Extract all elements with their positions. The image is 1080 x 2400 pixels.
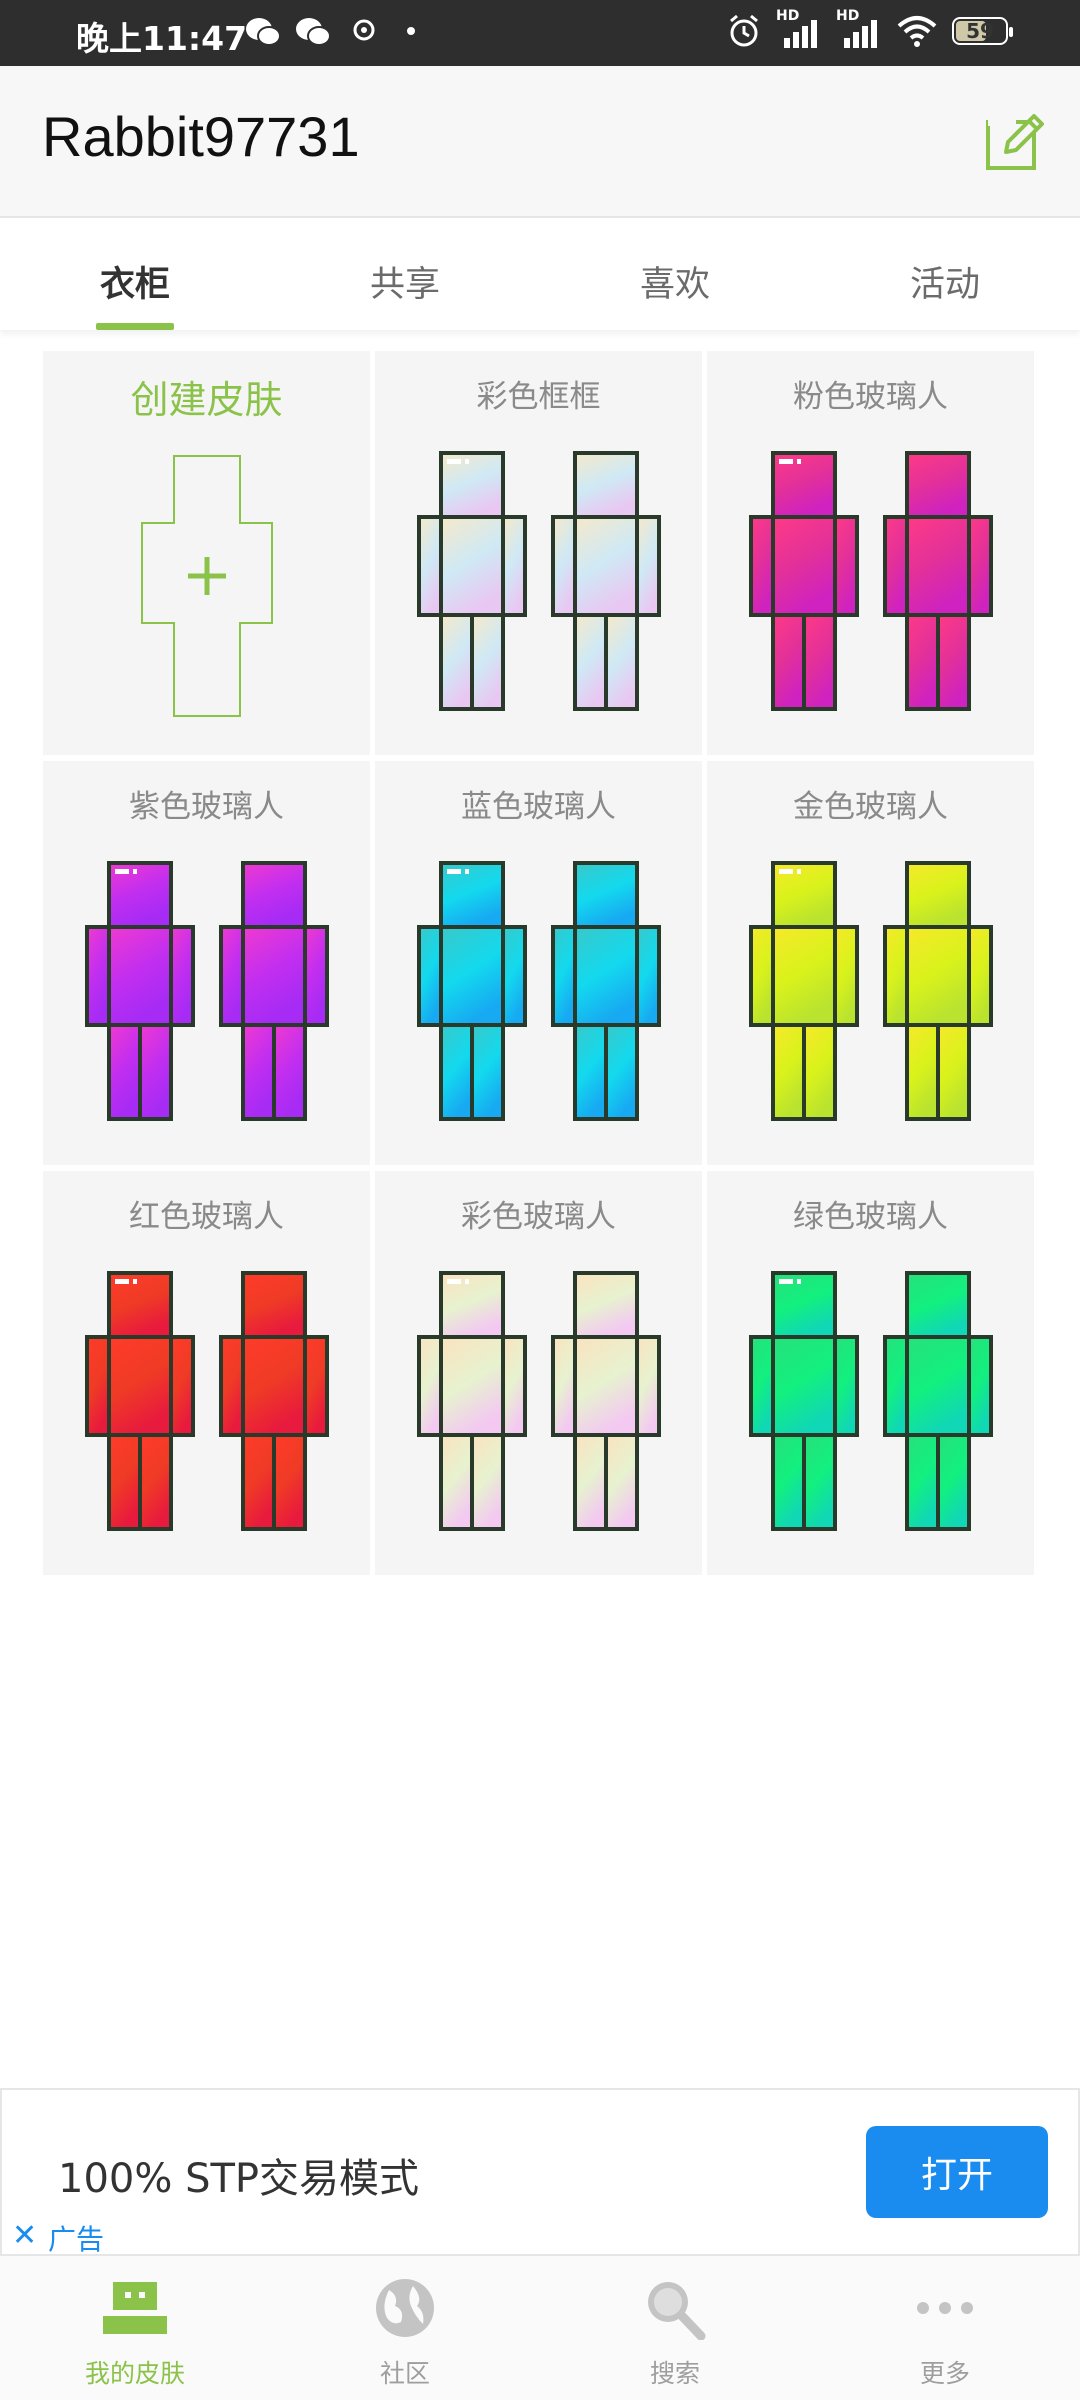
skin-card[interactable]: 红色玻璃人 (43, 1171, 370, 1575)
skin-preview (375, 861, 702, 1121)
nav-my-skins[interactable]: 我的皮肤 (0, 2256, 270, 2400)
close-icon[interactable]: ✕ (12, 2218, 37, 2253)
bottom-nav: 我的皮肤 社区 搜索 更多 (0, 2254, 1080, 2400)
page-title: Rabbit97731 (42, 105, 360, 168)
nav-label: 社区 (379, 2359, 430, 2388)
skin-name: 彩色框框 (476, 379, 601, 415)
skin-card[interactable]: 粉色玻璃人 (707, 351, 1034, 755)
nav-label: 搜索 (649, 2359, 700, 2388)
skin-name: 红色玻璃人 (129, 1199, 284, 1235)
battery-level: 59 (966, 19, 994, 43)
skin-name: 彩色玻璃人 (461, 1199, 616, 1235)
skin-figure-front (748, 1271, 859, 1531)
skin-figure-back (218, 861, 329, 1121)
skin-figure-back (550, 1271, 661, 1531)
notification-app-icon (353, 19, 375, 41)
skin-preview (43, 1271, 370, 1531)
skin-name: 金色玻璃人 (793, 789, 948, 825)
ad-open-button[interactable]: 打开 (866, 2126, 1048, 2218)
nav-more[interactable]: 更多 (810, 2256, 1080, 2400)
wechat-icon (296, 18, 331, 46)
skin-preview (707, 1271, 1034, 1531)
ad-label: 广告 (48, 2223, 105, 2256)
nav-label: 更多 (919, 2359, 970, 2388)
skin-figure-front (416, 1271, 527, 1531)
create-skin-card[interactable]: 创建皮肤 (43, 351, 370, 755)
dot-icon (407, 27, 415, 35)
status-bar: 晚上11:47 HD HD 59 (0, 0, 1080, 66)
search-icon (648, 2282, 706, 2340)
nav-search[interactable]: 搜索 (540, 2256, 810, 2400)
more-icon (917, 2302, 973, 2314)
skin-preview (43, 861, 370, 1121)
ad-banner[interactable]: 100% STP交易模式 打开 ✕ 广告 (0, 2088, 1080, 2256)
skin-icon (103, 2282, 167, 2334)
skin-card[interactable]: 金色玻璃人 (707, 761, 1034, 1165)
skin-card[interactable]: 彩色框框 (375, 351, 702, 755)
skin-card[interactable]: 蓝色玻璃人 (375, 761, 702, 1165)
skin-name: 绿色玻璃人 (793, 1199, 948, 1235)
skin-preview (707, 861, 1034, 1121)
skin-card[interactable]: 彩色玻璃人 (375, 1171, 702, 1575)
ad-text: 100% STP交易模式 (58, 2156, 420, 2202)
status-icons: HD HD 59 (726, 8, 1013, 50)
skin-grid: 创建皮肤 彩色框框 粉色玻璃人紫色玻璃人 蓝色玻璃人 金色玻璃人红色玻璃人 彩色玻璃人 绿… (43, 351, 1035, 1575)
skin-figure-back (882, 451, 993, 711)
skin-name: 紫色玻璃人 (129, 789, 284, 825)
status-time: 晚上11:47 (76, 19, 248, 58)
skin-card[interactable]: 紫色玻璃人 (43, 761, 370, 1165)
skin-figure-back (882, 1271, 993, 1531)
skin-figure-front (416, 861, 527, 1121)
nav-label: 我的皮肤 (84, 2359, 185, 2388)
skin-figure-back (218, 1271, 329, 1531)
skin-figure-front (416, 451, 527, 711)
nav-community[interactable]: 社区 (270, 2256, 540, 2400)
skin-preview (375, 1271, 702, 1531)
skin-figure-back (550, 451, 661, 711)
skin-name: 粉色玻璃人 (793, 379, 948, 415)
skin-figure-front (84, 1271, 195, 1531)
wifi-icon (897, 16, 937, 47)
skin-figure-front (84, 861, 195, 1121)
alarm-icon (730, 14, 758, 47)
skin-figure-back (550, 861, 661, 1121)
skin-figure-back (882, 861, 993, 1121)
tab-liked[interactable]: 喜欢 (540, 218, 810, 330)
tab-events[interactable]: 活动 (810, 218, 1080, 330)
tab-shared[interactable]: 共享 (270, 218, 540, 330)
skin-figure-front (748, 861, 859, 1121)
skin-name: 蓝色玻璃人 (461, 789, 616, 825)
wechat-icon (246, 18, 281, 46)
plus-icon (141, 455, 273, 717)
skin-figure-front (748, 451, 859, 711)
signal-icon: HD (836, 8, 882, 50)
skin-preview (707, 451, 1034, 711)
signal-icon: HD (776, 8, 822, 50)
app-header: Rabbit97731 (0, 66, 1080, 218)
skin-preview (375, 451, 702, 711)
tab-bar: 衣柜 共享 喜欢 活动 (0, 218, 1080, 330)
edit-icon[interactable] (982, 110, 1046, 174)
battery-icon: 59 (952, 17, 1013, 45)
skin-card[interactable]: 绿色玻璃人 (707, 1171, 1034, 1575)
tab-wardrobe[interactable]: 衣柜 (0, 218, 270, 330)
globe-icon (376, 2279, 434, 2337)
create-skin-label: 创建皮肤 (130, 378, 283, 422)
